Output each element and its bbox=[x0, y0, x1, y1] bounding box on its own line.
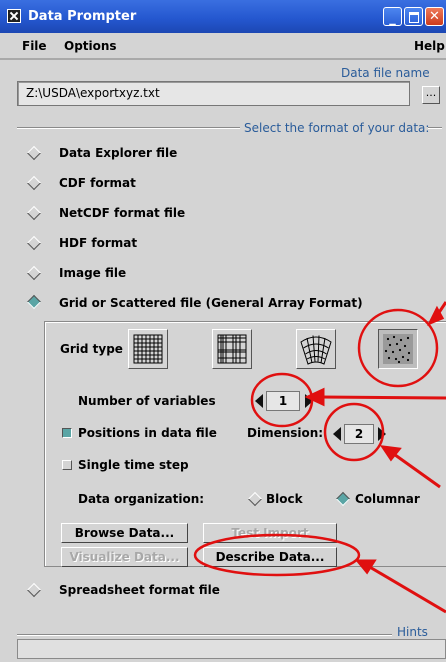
num-vars-decrement-icon[interactable] bbox=[255, 394, 263, 408]
format-label-image: Image file bbox=[59, 266, 127, 280]
columnar-label: Columnar bbox=[355, 492, 420, 506]
menu-file[interactable]: File bbox=[22, 39, 47, 53]
format-label-hdf: HDF format bbox=[59, 236, 138, 250]
dimension-decrement-icon[interactable] bbox=[333, 427, 341, 441]
hints-label: Hints bbox=[397, 625, 428, 639]
menu-bar: File Options Help bbox=[0, 33, 446, 60]
data-file-input[interactable] bbox=[18, 82, 406, 103]
format-divider-left bbox=[17, 127, 240, 129]
close-button[interactable]: ✕ bbox=[425, 7, 444, 26]
app-icon[interactable] bbox=[7, 9, 21, 23]
curvilinear-grid-icon[interactable] bbox=[296, 329, 336, 369]
maximize-button[interactable] bbox=[404, 7, 423, 26]
single-time-checkbox[interactable] bbox=[62, 460, 72, 470]
format-label-netcdf: NetCDF format file bbox=[59, 206, 186, 220]
close-icon: ✕ bbox=[429, 9, 440, 24]
positions-label: Positions in data file bbox=[78, 426, 217, 440]
format-label-cdf: CDF format bbox=[59, 176, 136, 190]
regular-grid-icon[interactable] bbox=[128, 329, 168, 369]
scattered-points-icon[interactable] bbox=[378, 329, 418, 369]
positions-checkbox[interactable] bbox=[62, 428, 72, 438]
organization-label: Data organization: bbox=[78, 492, 205, 506]
num-vars-value[interactable]: 1 bbox=[266, 391, 300, 411]
irregular-grid-icon[interactable] bbox=[212, 329, 252, 369]
grid-type-label: Grid type bbox=[60, 342, 123, 356]
minimize-icon: _ bbox=[389, 11, 396, 26]
format-label-grid: Grid or Scattered file (General Array Fo… bbox=[59, 296, 363, 310]
menu-options[interactable]: Options bbox=[64, 39, 117, 53]
single-time-label: Single time step bbox=[78, 458, 189, 472]
num-vars-label: Number of variables bbox=[78, 394, 216, 408]
format-divider-right bbox=[428, 127, 442, 129]
dimension-label: Dimension: bbox=[247, 426, 324, 440]
format-label-dx: Data Explorer file bbox=[59, 146, 178, 160]
format-label-spreadsheet: Spreadsheet format file bbox=[59, 583, 220, 597]
block-label: Block bbox=[266, 492, 303, 506]
menu-help[interactable]: Help bbox=[414, 39, 445, 53]
data-file-label: Data file name bbox=[341, 66, 430, 80]
hints-divider bbox=[17, 634, 392, 636]
title-bar[interactable]: Data Prompter _ ✕ bbox=[0, 0, 446, 33]
dimension-value[interactable]: 2 bbox=[344, 424, 374, 444]
data-file-field[interactable] bbox=[17, 81, 410, 106]
format-section-label: Select the format of your data: bbox=[244, 121, 430, 135]
hints-field bbox=[17, 639, 446, 659]
maximize-icon bbox=[405, 8, 422, 25]
browse-data-button[interactable]: Browse Data... bbox=[61, 523, 188, 543]
window-title: Data Prompter bbox=[28, 9, 137, 24]
num-vars-increment-icon[interactable] bbox=[305, 394, 313, 408]
test-import-button[interactable]: Test Import bbox=[203, 523, 337, 543]
minimize-button[interactable]: _ bbox=[383, 7, 402, 26]
describe-data-button[interactable]: Describe Data... bbox=[203, 547, 337, 567]
browse-file-button[interactable]: ... bbox=[422, 86, 440, 104]
visualize-data-button[interactable]: Visualize Data... bbox=[61, 547, 188, 567]
dimension-increment-icon[interactable] bbox=[378, 427, 386, 441]
